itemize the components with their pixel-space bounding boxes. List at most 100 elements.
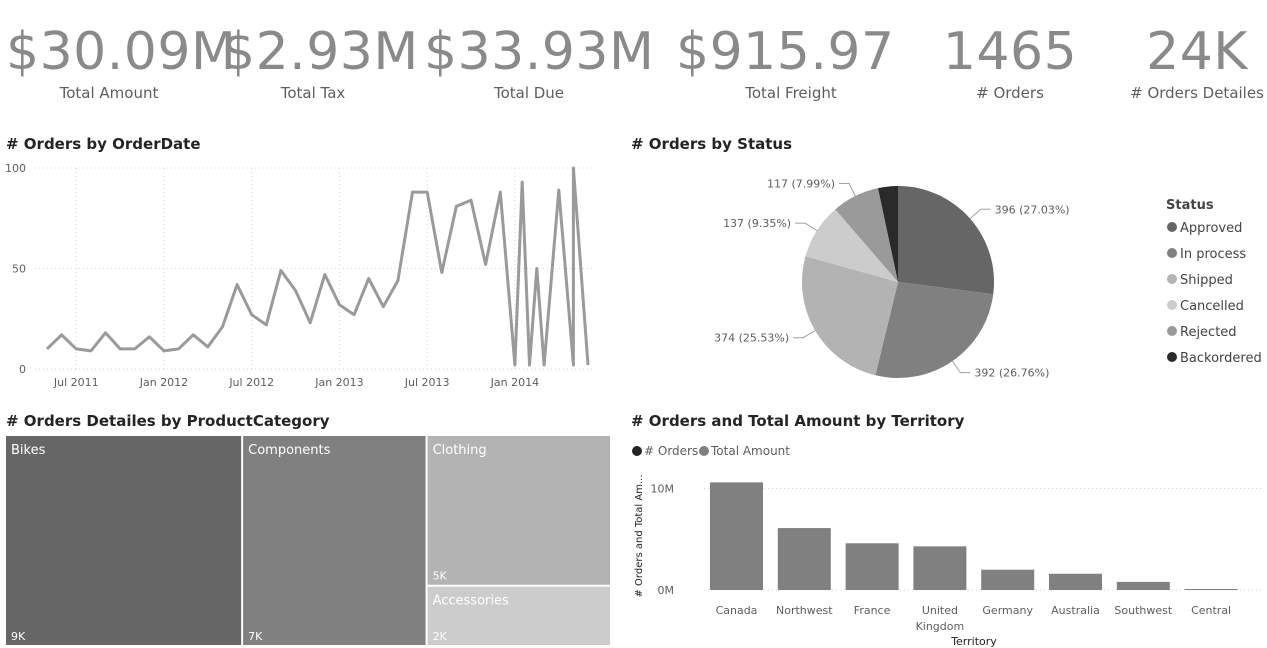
legend-marker xyxy=(1167,300,1177,310)
x-tick-label: Germany xyxy=(982,604,1033,617)
pie-leader-line xyxy=(793,330,816,339)
x-tick-label: Jan 2012 xyxy=(139,376,188,389)
line-chart-grid xyxy=(35,167,595,370)
y-tick-label: 0M xyxy=(658,584,675,597)
bar-chart-y-axis: # Orders and Total Am... 0M 10M xyxy=(634,474,674,597)
pie-leader-line xyxy=(795,222,818,232)
pie-slice-approved[interactable] xyxy=(898,186,995,295)
line-chart[interactable]: 050100 Jul 2011 Jan 2012 Jul 2012 Jan 2013 J… xyxy=(0,158,610,393)
x-axis-title: Territory xyxy=(950,635,997,648)
pie-data-label: 374 (25.53%) xyxy=(714,332,789,345)
pie-data-label: 396 (27.03%) xyxy=(995,203,1070,216)
x-tick-label: Central xyxy=(1191,604,1231,617)
kpi-total-freight: $915.97K Total Freight xyxy=(676,22,906,102)
pie-chart[interactable]: 396 (27.03%) 392 (26.76%) 374 (25.53%) 137 … xyxy=(630,160,1267,395)
treemap-cell-value: 9K xyxy=(11,630,26,643)
x-tick-label: Jul 2012 xyxy=(228,376,274,389)
bar-northwest[interactable] xyxy=(777,528,831,590)
kpi-label: Total Due xyxy=(493,84,565,102)
pie-legend-item[interactable]: Approved xyxy=(1180,221,1242,236)
x-tick-label: Jul 2011 xyxy=(53,376,99,389)
bar-germany[interactable] xyxy=(981,569,1035,590)
pie-leader-line xyxy=(839,183,856,197)
y-tick-label: 50 xyxy=(12,263,26,276)
line-chart-y-axis: 0 50 100 xyxy=(5,162,26,376)
bar-australia[interactable] xyxy=(1049,573,1102,590)
treemap-cell-clothing[interactable] xyxy=(427,436,610,585)
legend-marker xyxy=(1167,274,1177,284)
kpi-value: 1465 xyxy=(942,22,1078,82)
bar-canada[interactable] xyxy=(710,482,763,590)
bar-legend-item[interactable]: # Orders xyxy=(644,444,698,458)
legend-marker xyxy=(1167,248,1177,258)
pie-data-label: 137 (9.35%) xyxy=(723,217,791,230)
treemap-cell-value: 5K xyxy=(433,570,448,583)
pie-legend: Status Approved In process Shipped Cancelled… xyxy=(1166,198,1262,366)
kpi-total-due: $33.93M Total Due xyxy=(424,22,655,102)
x-tick-label: Southwest xyxy=(1114,604,1172,617)
pie-legend-title: Status xyxy=(1166,198,1214,213)
kpi-label: # Orders Detailes xyxy=(1130,84,1264,102)
x-tick-label: Canada xyxy=(716,604,758,617)
bar-chart-x-axis: Canada Northwest France United Kingdom German… xyxy=(716,604,1232,648)
pie-leader-line xyxy=(951,360,971,374)
pie-data-label: 392 (26.76%) xyxy=(974,367,1049,380)
y-tick-label: 100 xyxy=(5,162,26,175)
pie-chart-title: # Orders by Status xyxy=(631,135,793,153)
treemap-cell-label: Components xyxy=(248,443,330,458)
kpi-value: $30.09M xyxy=(6,22,237,82)
pie-legend-item[interactable]: Rejected xyxy=(1180,325,1237,340)
bar-chart[interactable]: # Orders Total Amount # Orders and Total … xyxy=(630,438,1267,648)
treemap-title: # Orders Detailes by ProductCategory xyxy=(6,412,330,430)
bar-united-kingdom[interactable] xyxy=(913,546,967,590)
kpi-label: # Orders xyxy=(976,84,1044,102)
bar-legend: # Orders Total Amount xyxy=(632,444,790,458)
bar-southwest[interactable] xyxy=(1116,581,1170,590)
kpi-value: $33.93M xyxy=(424,22,655,82)
x-tick-label: Australia xyxy=(1051,604,1100,617)
legend-marker xyxy=(632,446,642,456)
bar-france[interactable] xyxy=(845,543,899,590)
legend-marker xyxy=(1167,326,1177,336)
kpi-label: Total Freight xyxy=(745,84,837,102)
kpi-total-amount: $30.09M Total Amount xyxy=(6,22,237,102)
treemap-cell-value: 2K xyxy=(433,630,448,643)
pie-legend-item[interactable]: Shipped xyxy=(1180,273,1233,288)
kpi-label: Total Tax xyxy=(280,84,346,102)
legend-marker xyxy=(699,446,709,456)
pie-slices[interactable] xyxy=(802,186,995,378)
line-series[interactable] xyxy=(45,166,590,367)
treemap-cell-label: Accessories xyxy=(433,594,509,609)
pie-legend-item[interactable]: Cancelled xyxy=(1180,299,1244,314)
treemap-cells[interactable]: Bikes 9K Components 7K Clothing 5K Accessories… xyxy=(6,436,610,645)
pie-leader-line xyxy=(969,208,991,219)
legend-marker xyxy=(1167,352,1177,362)
bar-series[interactable] xyxy=(710,482,1238,590)
x-tick-label: Kingdom xyxy=(916,620,965,633)
kpi-label: Total Amount xyxy=(59,84,159,102)
pie-data-label: 117 (7.99%) xyxy=(767,177,835,190)
treemap-cell-label: Bikes xyxy=(11,443,46,458)
pie-legend-item[interactable]: Backordered xyxy=(1180,351,1262,366)
x-tick-label: Northwest xyxy=(776,604,833,617)
treemap-chart[interactable]: Bikes 9K Components 7K Clothing 5K Accessories… xyxy=(6,436,612,647)
line-chart-x-axis: Jul 2011 Jan 2012 Jul 2012 Jan 2013 Jul 2013… xyxy=(53,376,539,389)
kpi-value: 24K xyxy=(1146,22,1248,82)
pie-legend-item[interactable]: In process xyxy=(1180,247,1246,262)
treemap-cell-bikes[interactable] xyxy=(6,436,242,645)
y-tick-label: 10M xyxy=(651,482,675,495)
kpi-total-tax: $2.93M Total Tax xyxy=(222,22,418,102)
bar-legend-item[interactable]: Total Amount xyxy=(710,444,790,458)
treemap-cell-value: 7K xyxy=(248,630,263,643)
treemap-cell-components[interactable] xyxy=(243,436,426,645)
x-tick-label: Jan 2013 xyxy=(314,376,363,389)
legend-marker xyxy=(1167,222,1177,232)
y-axis-title: # Orders and Total Am... xyxy=(634,474,645,597)
line-chart-title: # Orders by OrderDate xyxy=(6,135,201,153)
x-tick-label: United xyxy=(922,604,958,617)
x-tick-label: Jan 2014 xyxy=(490,376,539,389)
x-tick-label: Jul 2013 xyxy=(404,376,450,389)
bar-central[interactable] xyxy=(1184,588,1238,590)
kpi-orders-detailes: 24K # Orders Detailes xyxy=(1127,22,1267,102)
treemap-cell-label: Clothing xyxy=(433,443,487,458)
